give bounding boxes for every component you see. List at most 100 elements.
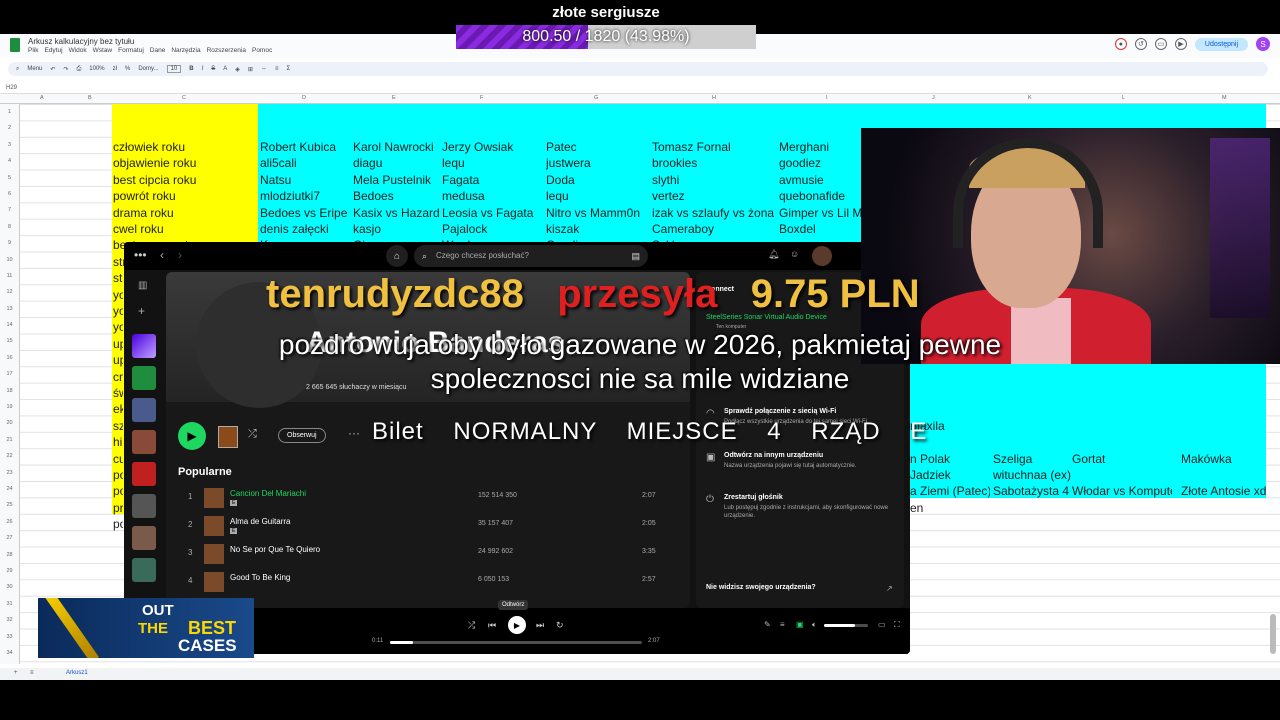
cell[interactable]: vertez: [652, 188, 777, 204]
cell[interactable]: up: [113, 336, 123, 352]
row-number[interactable]: 27: [0, 530, 19, 546]
cell[interactable]: po: [113, 516, 123, 532]
row-number[interactable]: 22: [0, 448, 19, 464]
cell[interactable]: hi: [113, 434, 123, 450]
cell[interactable]: Pajalock: [442, 221, 544, 237]
cell[interactable]: św: [113, 385, 123, 401]
row-number[interactable]: 16: [0, 350, 19, 366]
cell[interactable]: yo: [113, 319, 123, 335]
friends-icon[interactable]: ☺: [790, 249, 799, 259]
row-number[interactable]: 13: [0, 301, 19, 317]
borders-icon[interactable]: ⊞: [248, 66, 253, 73]
cell[interactable]: sz: [113, 418, 123, 434]
row-number[interactable]: 23: [0, 465, 19, 481]
cell[interactable]: best cipcia roku: [113, 172, 257, 188]
play-button[interactable]: ▶: [178, 422, 206, 450]
cell[interactable]: pr: [113, 500, 123, 516]
cell[interactable]: Mela Pustelnik: [353, 172, 440, 188]
cell[interactable]: en: [910, 500, 990, 516]
cell[interactable]: medusa: [442, 188, 544, 204]
column-header[interactable]: D: [302, 95, 306, 101]
print-icon[interactable]: ⎙: [76, 66, 81, 73]
cell[interactable]: lequ: [442, 155, 544, 171]
playlist-tile[interactable]: [132, 558, 156, 582]
cell[interactable]: diagu: [353, 155, 440, 171]
cell[interactable]: Fagata: [442, 172, 544, 188]
row-number[interactable]: 15: [0, 333, 19, 349]
cell[interactable]: Karol Nawrocki: [353, 139, 440, 155]
row-number[interactable]: 14: [0, 317, 19, 333]
menu-item[interactable]: Pomoc: [252, 47, 272, 54]
menu-item[interactable]: Dane: [150, 47, 166, 54]
italic-icon[interactable]: I: [202, 66, 204, 72]
column-header[interactable]: F: [480, 95, 483, 101]
cell[interactable]: wituchnaa (ex): [993, 467, 1093, 483]
fullscreen-icon[interactable]: ⛶: [894, 620, 900, 630]
menu-item[interactable]: Wstaw: [93, 47, 113, 54]
cell[interactable]: yo: [113, 303, 123, 319]
track-row[interactable]: 3 No Se por Que Te Quiero 24 992 602 3:35: [178, 542, 678, 568]
progress-bar[interactable]: [390, 641, 642, 644]
row-number[interactable]: 5: [0, 170, 19, 186]
cell[interactable]: Robert Kubica: [260, 139, 351, 155]
cell[interactable]: kiszak: [546, 221, 650, 237]
more-options-icon[interactable]: ···: [348, 426, 360, 440]
row-number[interactable]: 12: [0, 284, 19, 300]
cell[interactable]: yo: [113, 287, 123, 303]
row-number[interactable]: 34: [0, 645, 19, 661]
column-header[interactable]: G: [594, 95, 598, 101]
row-number[interactable]: 11: [0, 268, 19, 284]
row-number[interactable]: 8: [0, 219, 19, 235]
cell[interactable]: Cameraboy: [652, 221, 777, 237]
row-number[interactable]: 29: [0, 563, 19, 579]
merge-icon[interactable]: ⇔: [261, 66, 267, 72]
cell[interactable]: a Ziemi (Patec): [910, 483, 990, 499]
cell[interactable]: człowiek roku: [113, 139, 257, 155]
menu-item[interactable]: Edytuj: [44, 47, 62, 54]
meet-icon[interactable]: ●: [1114, 38, 1127, 50]
cell[interactable]: cu: [113, 451, 123, 467]
history-icon[interactable]: ↺: [1134, 38, 1147, 50]
row-number[interactable]: 31: [0, 596, 19, 612]
cell[interactable]: drama roku: [113, 205, 257, 221]
strikethrough-icon[interactable]: S: [211, 66, 215, 72]
redo-icon[interactable]: ↷: [63, 66, 68, 73]
font-size-input[interactable]: 10: [166, 65, 182, 73]
track-row[interactable]: 4 Good To Be King 6 050 153 2:57: [178, 570, 678, 596]
cell[interactable]: Leosia vs Fagata: [442, 205, 544, 221]
row-number[interactable]: 10: [0, 252, 19, 268]
column-header[interactable]: C: [182, 95, 186, 101]
menu-item[interactable]: Rozszerzenia: [207, 47, 246, 54]
next-icon[interactable]: ⏭: [536, 620, 544, 631]
row-number[interactable]: 6: [0, 186, 19, 202]
menu-item[interactable]: Plik: [28, 47, 38, 54]
previous-icon[interactable]: ⏮: [488, 620, 496, 631]
column-header[interactable]: M: [1222, 95, 1227, 101]
lyrics-icon[interactable]: ✎: [764, 620, 771, 629]
follow-button[interactable]: Obserwuj: [278, 428, 326, 443]
home-icon[interactable]: ⌂: [386, 245, 408, 267]
saved-episodes-tile[interactable]: [132, 366, 156, 390]
cell[interactable]: st: [113, 270, 123, 286]
queue-icon[interactable]: ≡: [780, 620, 785, 629]
cell[interactable]: ali5cali: [260, 155, 351, 171]
undo-icon[interactable]: ↶: [50, 66, 55, 73]
cell[interactable]: Patec: [546, 139, 650, 155]
cell[interactable]: Jerzy Owsiak: [442, 139, 544, 155]
zoom-select[interactable]: 100%: [89, 66, 104, 72]
bold-icon[interactable]: B: [189, 66, 193, 72]
missing-device-link[interactable]: Nie widzisz swojego urządzenia?: [706, 584, 816, 591]
column-header[interactable]: B: [88, 95, 92, 101]
playlist-tile[interactable]: [132, 526, 156, 550]
cell[interactable]: Natsu: [260, 172, 351, 188]
cell[interactable]: Tomasz Fornal: [652, 139, 777, 155]
external-link-icon[interactable]: ↗: [886, 584, 893, 593]
volume-icon[interactable]: 🔈︎: [812, 620, 817, 630]
cell[interactable]: slythi: [652, 172, 777, 188]
cell[interactable]: Kasix vs Hazard: [353, 205, 440, 221]
user-avatar[interactable]: [812, 246, 832, 266]
cell[interactable]: cr: [113, 369, 123, 385]
volume-slider[interactable]: [824, 624, 868, 627]
account-avatar[interactable]: S: [1256, 37, 1270, 51]
search-input[interactable]: ⌕ Czego chcesz posłuchać? ▤: [414, 245, 648, 267]
